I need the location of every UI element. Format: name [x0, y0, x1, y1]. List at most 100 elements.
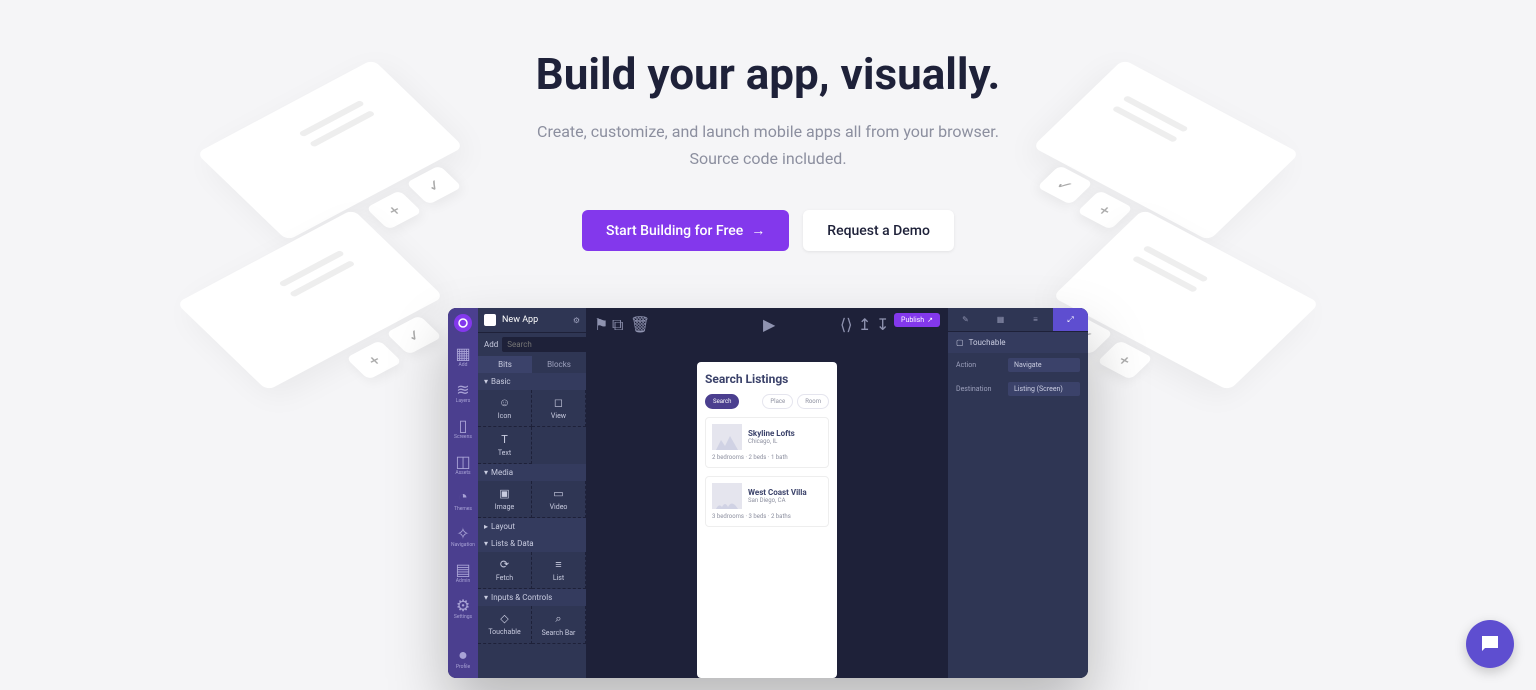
- text-icon: T: [501, 433, 508, 446]
- chat-icon: [1478, 632, 1502, 656]
- app-settings-icon[interactable]: ⚙: [573, 316, 580, 325]
- rocket-icon: ↗: [927, 316, 933, 324]
- video-icon: ▭: [553, 487, 563, 500]
- copy-icon[interactable]: ⧉: [612, 315, 622, 325]
- bit-image[interactable]: ▣Image: [478, 481, 532, 518]
- assets-icon: ◫: [456, 454, 470, 468]
- editor-topbar: ⚑ ⧉ 🗑 ▶ ⟨⟩ ↥ ↧ Publish↗: [586, 308, 948, 332]
- inspector-tab-styles[interactable]: ✎: [948, 308, 983, 331]
- app-thumb-icon: [484, 314, 496, 326]
- prop-key: Action: [956, 361, 1002, 369]
- layers-icon: ≋: [456, 382, 470, 396]
- rail-screens[interactable]: ▯Screens: [448, 418, 478, 440]
- section-layout[interactable]: ▸Layout: [478, 518, 586, 535]
- phone-icon: ▯: [456, 418, 470, 432]
- chat-fab[interactable]: [1466, 620, 1514, 668]
- listing-card[interactable]: West Coast Villa San Diego, CA 3 bedroom…: [705, 476, 829, 527]
- image-icon: ▣: [499, 487, 509, 500]
- bit-searchbar[interactable]: ⌕Search Bar: [532, 606, 586, 644]
- prop-action-value[interactable]: Navigate: [1008, 358, 1080, 372]
- listing-sub: San Diego, CA: [748, 497, 807, 504]
- fetch-icon: ⟳: [500, 558, 509, 571]
- hero-subtitle-1: Create, customize, and launch mobile app…: [537, 122, 999, 141]
- admin-icon: ▤: [456, 562, 470, 576]
- listing-title: Skyline Lofts: [748, 429, 795, 438]
- prop-destination-value[interactable]: Listing (Screen): [1008, 382, 1080, 396]
- rail-navigation[interactable]: ✧Navigation: [448, 526, 478, 548]
- editor-canvas: ⚑ ⧉ 🗑 ▶ ⟨⟩ ↥ ↧ Publish↗ Search Listings …: [586, 308, 948, 678]
- phone-preview: Search Listings Search Place Room Skylin…: [697, 362, 837, 678]
- listing-meta: 2 bedrooms · 2 beds · 1 bath: [712, 454, 822, 461]
- bit-list[interactable]: ≡List: [532, 552, 586, 589]
- chevron-down-icon: ▾: [484, 593, 488, 602]
- grid-icon: ▦: [997, 315, 1005, 324]
- chevron-right-icon: ▸: [484, 522, 488, 531]
- compass-icon: ✧: [456, 526, 470, 540]
- rail-add[interactable]: ▦Add: [448, 346, 478, 368]
- rail-profile[interactable]: ●Profile: [448, 648, 478, 670]
- start-building-button[interactable]: Start Building for Free →: [582, 210, 789, 251]
- listing-sub: Chicago, IL: [748, 438, 795, 445]
- phone-title: Search Listings: [705, 372, 829, 386]
- smile-icon: ☺: [499, 396, 510, 409]
- bit-view[interactable]: ◻View: [532, 390, 586, 427]
- gear-icon: ⚙: [456, 598, 470, 612]
- crop-icon: ◻: [554, 396, 563, 409]
- play-icon[interactable]: ▶: [763, 315, 773, 325]
- hero-title: Build your app, visually.: [0, 48, 1536, 100]
- user-icon: ●: [456, 648, 470, 662]
- upload-icon[interactable]: ↥: [858, 315, 868, 325]
- touchable-icon: ◇: [500, 612, 508, 625]
- start-building-label: Start Building for Free: [606, 223, 743, 239]
- database-icon: ≡: [1033, 315, 1038, 324]
- editor-rail: ▦Add ≋Layers ▯Screens ◫Assets ◔Themes ✧N…: [448, 308, 478, 678]
- trash-icon[interactable]: 🗑: [630, 315, 640, 325]
- rail-settings[interactable]: ⚙Settings: [448, 598, 478, 620]
- request-demo-button[interactable]: Request a Demo: [803, 210, 954, 251]
- section-lists[interactable]: ▾Lists & Data: [478, 535, 586, 552]
- rail-layers[interactable]: ≋Layers: [448, 382, 478, 404]
- chevron-down-icon: ▾: [484, 539, 488, 548]
- inspector-tab-actions[interactable]: ⤢: [1053, 308, 1088, 331]
- section-media[interactable]: ▾Media: [478, 464, 586, 481]
- tab-blocks[interactable]: Blocks: [532, 356, 586, 373]
- brush-icon: ✎: [962, 315, 969, 324]
- rail-admin[interactable]: ▤Admin: [448, 562, 478, 584]
- bit-fetch[interactable]: ⟳Fetch: [478, 552, 532, 589]
- listing-card[interactable]: Skyline Lofts Chicago, IL 2 bedrooms · 2…: [705, 417, 829, 468]
- bit-icon[interactable]: ☺Icon: [478, 390, 532, 427]
- chevron-down-icon: ▾: [484, 468, 488, 477]
- arrow-right-icon: →: [751, 222, 765, 239]
- rail-themes[interactable]: ◔Themes: [448, 490, 478, 512]
- tab-bits[interactable]: Bits: [478, 356, 532, 373]
- publish-button[interactable]: Publish↗: [894, 313, 940, 327]
- touchable-icon: ▢: [956, 338, 964, 347]
- bit-touchable[interactable]: ◇Touchable: [478, 606, 532, 644]
- app-name[interactable]: New App: [502, 315, 538, 325]
- download-icon[interactable]: ↧: [876, 315, 886, 325]
- app-logo-icon[interactable]: [454, 314, 472, 332]
- listing-thumb-icon: [712, 483, 742, 509]
- chip-search[interactable]: Search: [705, 394, 739, 409]
- expand-icon: ⤢: [1067, 315, 1073, 325]
- add-label: Add: [484, 340, 498, 349]
- bit-video[interactable]: ▭Video: [532, 481, 586, 518]
- list-icon: ≡: [555, 558, 561, 571]
- inspector-tab-data[interactable]: ≡: [1018, 308, 1053, 331]
- rail-assets[interactable]: ◫Assets: [448, 454, 478, 476]
- bit-text[interactable]: TText: [478, 427, 532, 464]
- section-basic[interactable]: ▾Basic: [478, 373, 586, 390]
- chip-room[interactable]: Room: [797, 394, 829, 409]
- chevron-down-icon: ▾: [484, 377, 488, 386]
- code-icon[interactable]: ⟨⟩: [840, 315, 850, 325]
- panel-right: ✎ ▦ ≡ ⤢ ▢ Touchable Action Navigate Dest…: [948, 308, 1088, 678]
- prop-key: Destination: [956, 385, 1002, 393]
- chip-place[interactable]: Place: [762, 394, 793, 409]
- listing-meta: 3 bedrooms · 3 beds · 2 baths: [712, 513, 822, 520]
- inspector-header: ▢ Touchable: [948, 332, 1088, 353]
- hero-subtitle-2: Source code included.: [689, 149, 846, 168]
- inspector-tab-layout[interactable]: ▦: [983, 308, 1018, 331]
- palette-icon: ◔: [456, 490, 470, 504]
- tag-icon[interactable]: ⚑: [594, 315, 604, 325]
- section-inputs[interactable]: ▾Inputs & Controls: [478, 589, 586, 606]
